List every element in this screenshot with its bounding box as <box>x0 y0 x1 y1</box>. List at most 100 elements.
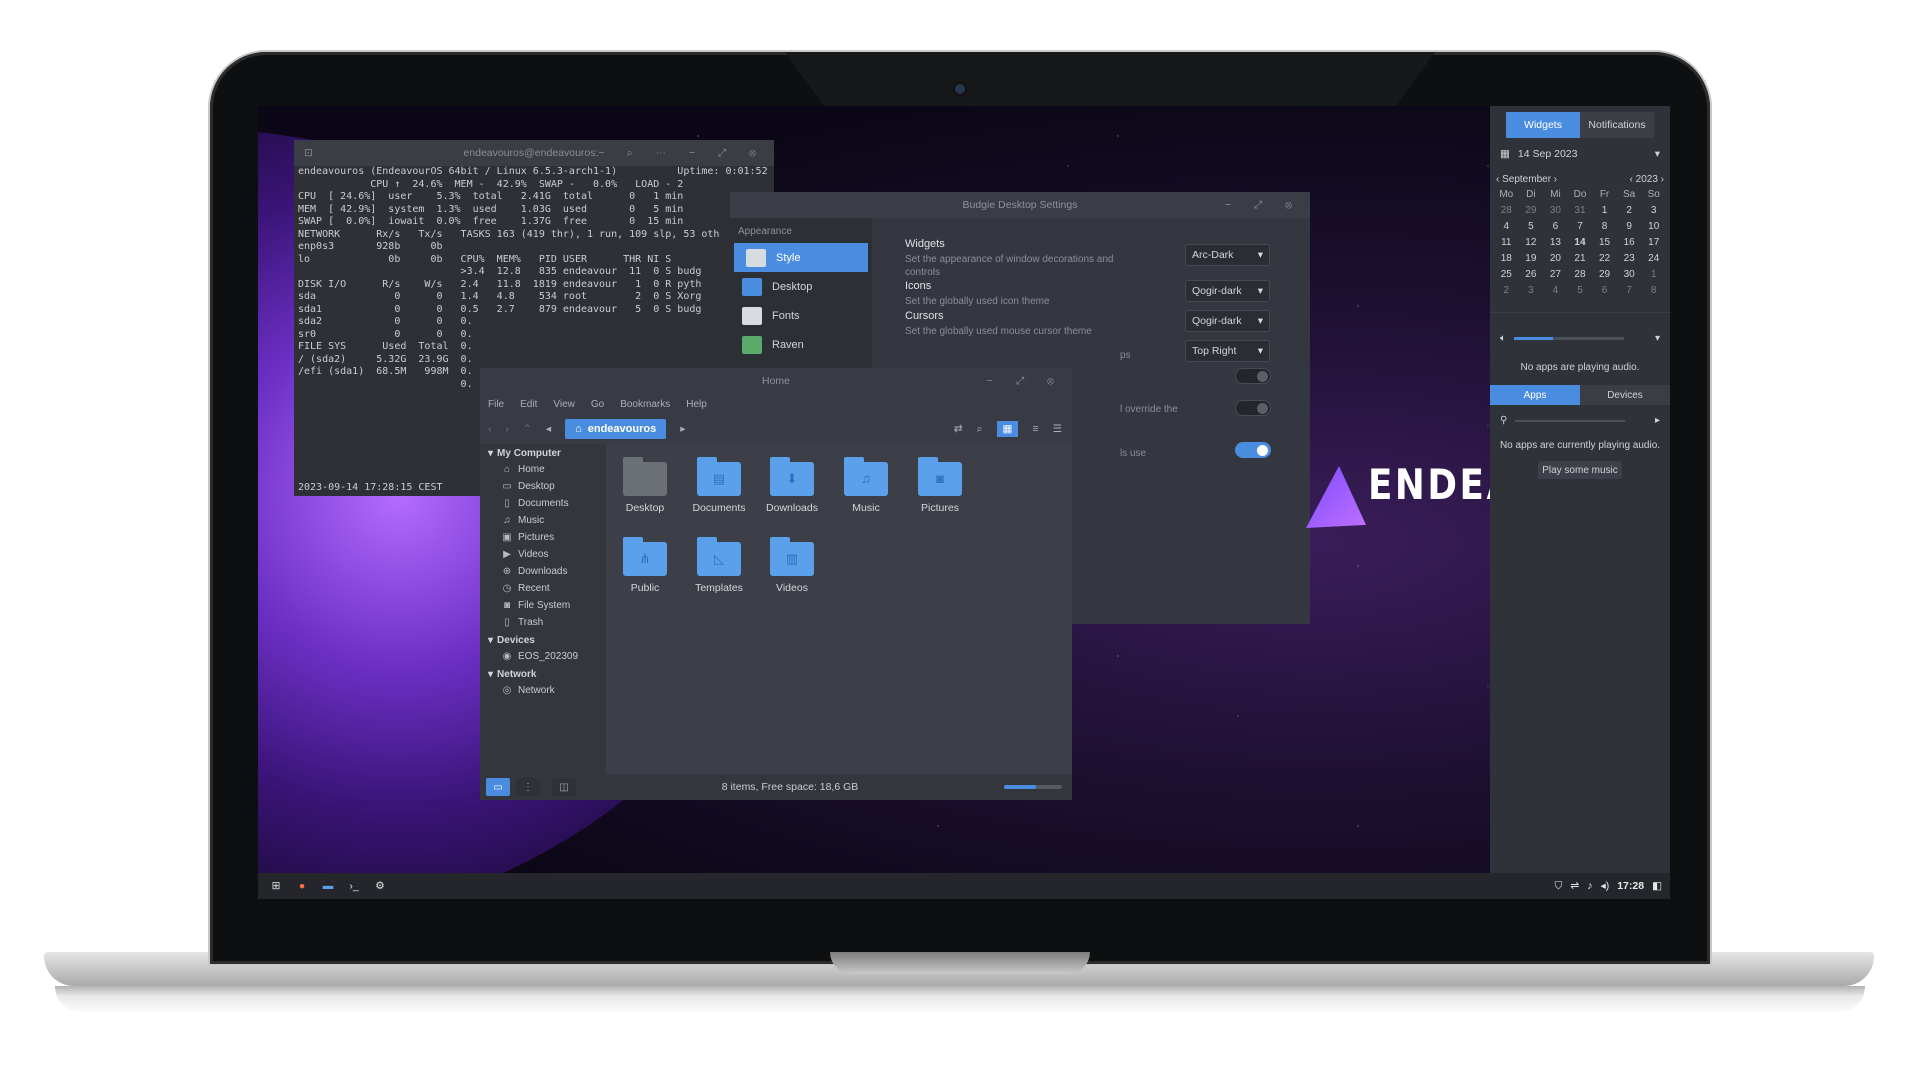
folder-public[interactable]: ⋔ Public <box>608 537 682 594</box>
compact-view-icon[interactable]: ☰ <box>1053 423 1062 435</box>
year-nav[interactable]: ‹ 2023 › <box>1630 174 1664 185</box>
calendar-day[interactable]: 30 <box>1543 205 1568 216</box>
calendar-day[interactable]: 9 <box>1617 221 1642 232</box>
calendar-day[interactable]: 6 <box>1592 285 1617 296</box>
sidebar-item-trash[interactable]: ▯ Trash <box>480 614 606 631</box>
calendar-day[interactable]: 7 <box>1617 285 1642 296</box>
subtab-apps[interactable]: Apps <box>1490 385 1580 405</box>
button-position-select[interactable]: Top Right <box>1185 340 1270 362</box>
sidebar-item-filesystem[interactable]: ◙ File System <box>480 597 606 614</box>
folder-templates[interactable]: ◺ Templates <box>682 537 756 594</box>
sidebar-group-my-computer[interactable]: ▾ My Computer <box>480 444 606 461</box>
icon-theme-select[interactable]: Qogir-dark <box>1185 280 1270 302</box>
menu-go[interactable]: Go <box>591 399 604 410</box>
toggle-1[interactable] <box>1235 368 1271 384</box>
raven-toggle-icon[interactable]: ◧ <box>1652 880 1662 892</box>
breadcrumb-home[interactable]: ⌂ endeavouros <box>565 419 667 439</box>
sidebar-item-music[interactable]: ♫ Music <box>480 512 606 529</box>
tab-notifications[interactable]: Notifications <box>1580 112 1654 138</box>
calendar-day[interactable]: 6 <box>1543 221 1568 232</box>
path-right-icon[interactable]: ▸ <box>680 423 685 435</box>
month-nav[interactable]: ‹ September › <box>1496 174 1557 185</box>
places-pane-icon[interactable]: ▭ <box>486 778 510 796</box>
calendar-day[interactable]: 20 <box>1543 253 1568 264</box>
nav-desktop[interactable]: Desktop <box>730 272 872 301</box>
cursor-theme-select[interactable]: Qogir-dark <box>1185 310 1270 332</box>
folder-pictures[interactable]: ◙ Pictures <box>903 457 977 514</box>
calendar-day[interactable]: 3 <box>1641 205 1666 216</box>
calendar-day[interactable]: 1 <box>1592 205 1617 216</box>
calendar-day[interactable]: 11 <box>1494 237 1519 248</box>
sidebar-item-network[interactable]: ◎ Network <box>480 682 606 699</box>
sidebar-item-desktop[interactable]: ▭ Desktop <box>480 478 606 495</box>
sidebar-item-home[interactable]: ⌂ Home <box>480 461 606 478</box>
app-menu-icon[interactable]: ⊞ <box>268 878 284 894</box>
settings-window-controls[interactable]: − ⤢ ⊗ <box>1225 199 1302 212</box>
menu-file[interactable]: File <box>488 399 504 410</box>
nav-raven[interactable]: Raven <box>730 330 872 359</box>
folder-downloads[interactable]: ⬇ Downloads <box>755 457 829 514</box>
calendar-day[interactable]: 27 <box>1543 269 1568 280</box>
calendar-day[interactable]: 16 <box>1617 237 1642 248</box>
shield-icon[interactable]: ⛉ <box>1555 880 1563 893</box>
sidebar-item-eos[interactable]: ◉ EOS_202309 <box>480 648 606 665</box>
calendar-day[interactable]: 7 <box>1568 221 1593 232</box>
folder-desktop[interactable]: Desktop <box>608 457 682 514</box>
folder-documents[interactable]: ▤ Documents <box>682 457 756 514</box>
firefox-icon[interactable]: ● <box>294 878 310 894</box>
calendar-day[interactable]: 24 <box>1641 253 1666 264</box>
calendar-day[interactable]: 15 <box>1592 237 1617 248</box>
folder-music[interactable]: ♫ Music <box>829 457 903 514</box>
widgets-theme-select[interactable]: Arc-Dark <box>1185 244 1270 266</box>
volume-slider[interactable] <box>1514 337 1624 340</box>
menu-bookmarks[interactable]: Bookmarks <box>620 399 670 410</box>
mic-slider[interactable] <box>1515 419 1626 422</box>
files-window-controls[interactable]: − ⤢ ⊗ <box>987 375 1064 388</box>
nav-fonts[interactable]: Fonts <box>730 301 872 330</box>
sidebar-item-pictures[interactable]: ▣ Pictures <box>480 529 606 546</box>
settings-icon[interactable]: ⚙ <box>372 878 388 894</box>
terminal-titlebar[interactable]: ⊡ endeavouros@endeavouros:~ ⌕ ⋯ − ⤢ ⊗ <box>294 140 774 166</box>
calendar-day[interactable]: 8 <box>1641 285 1666 296</box>
toggle-location-icon[interactable]: ⇄ <box>954 423 963 435</box>
sidebar-item-videos[interactable]: ▶ Videos <box>480 546 606 563</box>
settings-titlebar[interactable]: Budgie Desktop Settings − ⤢ ⊗ <box>730 192 1310 218</box>
calendar-day[interactable]: 1 <box>1641 269 1666 280</box>
sidebar-item-downloads[interactable]: ⊕ Downloads <box>480 563 606 580</box>
forward-icon[interactable]: › <box>506 423 510 435</box>
calendar-day[interactable]: 2 <box>1494 285 1519 296</box>
calendar-day[interactable]: 23 <box>1617 253 1642 264</box>
calendar-day[interactable]: 29 <box>1519 205 1544 216</box>
calendar-grid[interactable]: Mo Di Mi Do Fr Sa So 28 29 30 31 1 2 3 4 5 6 7 8 9 10 11 12 13 1… <box>1494 189 1666 296</box>
icon-view-icon[interactable]: ▦ <box>996 421 1019 437</box>
up-icon[interactable]: ⌃ <box>523 423 532 435</box>
sidebar-item-recent[interactable]: ◷ Recent <box>480 580 606 597</box>
sidebar-item-documents[interactable]: ▯ Documents <box>480 495 606 512</box>
zoom-slider[interactable] <box>1004 785 1062 789</box>
calendar-day[interactable]: 3 <box>1519 285 1544 296</box>
menu-help[interactable]: Help <box>686 399 707 410</box>
calendar-day[interactable]: 13 <box>1543 237 1568 248</box>
calendar-day[interactable]: 29 <box>1592 269 1617 280</box>
new-tab-icon[interactable]: ⊡ <box>304 147 313 160</box>
tab-widgets[interactable]: Widgets <box>1506 112 1580 138</box>
list-view-icon[interactable]: ≡ <box>1032 423 1038 435</box>
folder-videos[interactable]: ▥ Videos <box>755 537 829 594</box>
calendar-day[interactable]: 5 <box>1519 221 1544 232</box>
bell-icon[interactable]: ♪ <box>1587 880 1592 892</box>
calendar-day[interactable]: 5 <box>1568 285 1593 296</box>
calendar-day[interactable]: 19 <box>1519 253 1544 264</box>
calendar-day[interactable]: 18 <box>1494 253 1519 264</box>
tree-pane-icon[interactable]: ⋮ <box>516 778 540 796</box>
calendar-day[interactable]: 30 <box>1617 269 1642 280</box>
path-left-icon[interactable]: ◂ <box>546 423 551 435</box>
file-manager-window[interactable]: Home − ⤢ ⊗ File Edit View Go Bookmarks H… <box>480 368 1072 800</box>
files-titlebar[interactable]: Home − ⤢ ⊗ <box>480 368 1072 394</box>
calendar-day[interactable]: 4 <box>1543 285 1568 296</box>
calendar-day[interactable]: 22 <box>1592 253 1617 264</box>
sidebar-group-devices[interactable]: ▾ Devices <box>480 631 606 648</box>
calendar-day[interactable]: 10 <box>1641 221 1666 232</box>
calendar-day[interactable]: 4 <box>1494 221 1519 232</box>
files-icon[interactable]: ▬ <box>320 878 336 894</box>
calendar-day[interactable]: 28 <box>1494 205 1519 216</box>
